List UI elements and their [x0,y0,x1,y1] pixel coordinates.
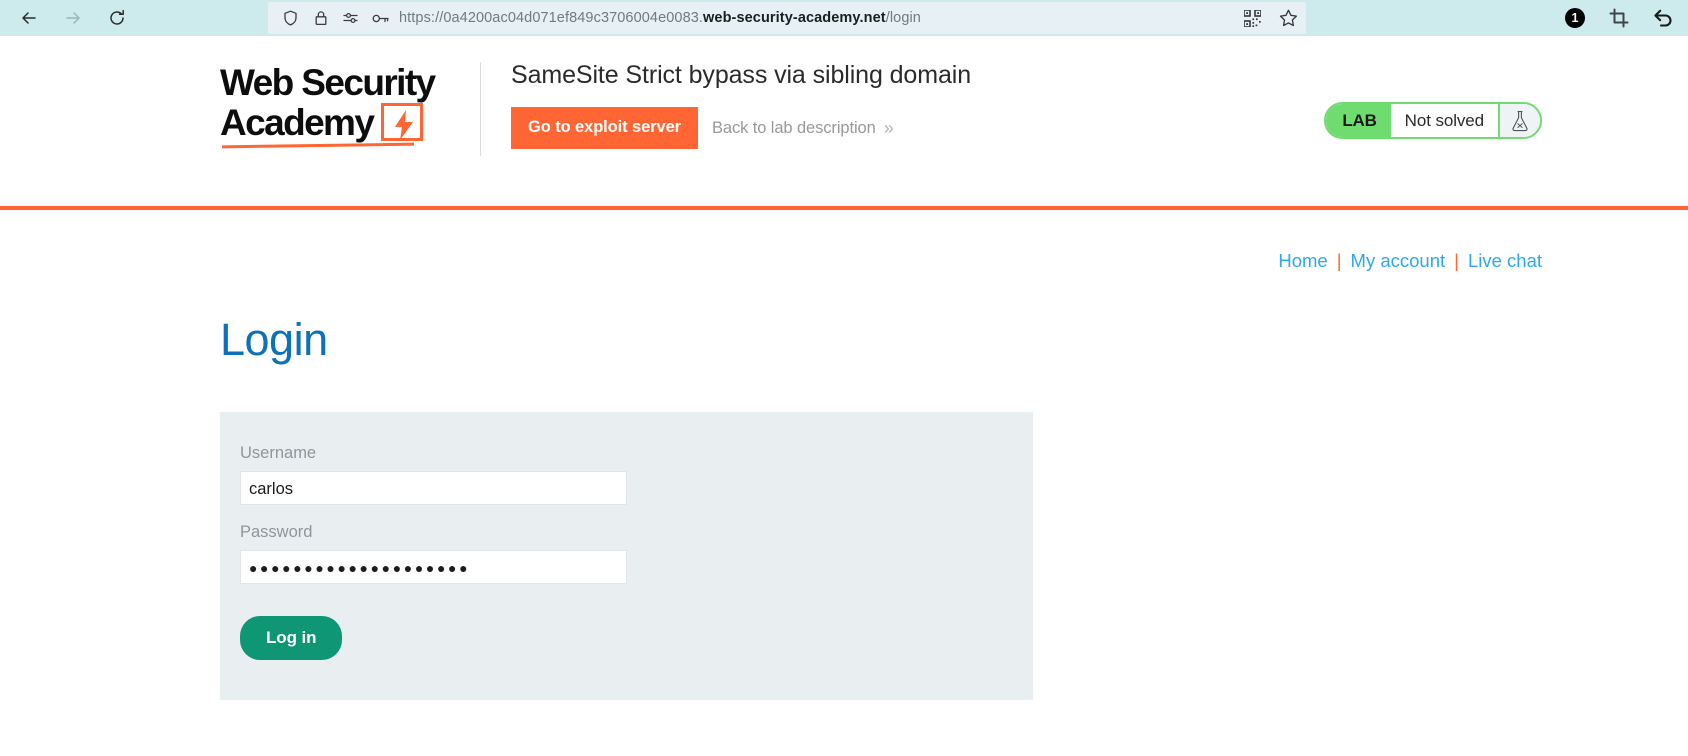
status-badge-value: Not solved [1390,104,1498,137]
page-content: Home | My account | Live chat Login Username… [0,210,1688,700]
star-bookmark-icon[interactable] [1278,8,1298,28]
back-to-lab-description-link[interactable]: Back to lab description » [712,118,894,139]
site-nav-links: Home | My account | Live chat [220,210,1542,272]
undo-arrow-icon[interactable] [1653,8,1674,28]
log-in-button[interactable]: Log in [240,616,343,660]
lock-icon[interactable] [312,10,329,27]
header-divider [480,62,481,156]
key-icon[interactable] [372,10,389,27]
username-input[interactable]: carlos [240,471,627,505]
nav-link-live-chat[interactable]: Live chat [1468,250,1542,271]
username-field-group: Username carlos [240,444,1013,505]
url-bar[interactable]: https://0a4200ac04d071ef849c3706004e0083… [268,2,1306,34]
url-path: /login [885,10,921,26]
flask-icon[interactable] [1498,104,1540,137]
page-title: Login [220,314,328,365]
nav-link-my-account[interactable]: My account [1351,250,1446,271]
lab-header: Web Security Academy SameSite Strict byp… [0,36,1688,206]
url-text[interactable]: https://0a4200ac04d071ef849c3706004e0083… [399,10,1234,26]
lab-title: SameSite Strict bypass via sibling domai… [511,61,971,89]
go-to-exploit-server-button[interactable]: Go to exploit server [511,107,698,149]
web-security-academy-logo[interactable]: Web Security Academy [220,58,452,149]
browser-nav-buttons [18,7,128,29]
status-badge-tag: LAB [1326,104,1391,137]
forward-arrow-icon[interactable] [62,7,84,29]
password-label: Password [240,523,313,541]
crop-extension-icon[interactable] [1609,8,1629,28]
url-scheme: https://0a4200ac04d071ef849c3706004e0083… [399,10,704,26]
logo-underline [222,142,414,149]
nav-link-home[interactable]: Home [1278,250,1327,271]
lightning-bolt-icon [381,103,424,141]
username-label: Username [240,444,317,462]
permissions-sliders-icon[interactable] [342,10,359,27]
url-bar-icons [276,10,399,27]
url-host: web-security-academy.net [703,10,886,26]
password-input[interactable]: ●●●●●●●●●●●●●●●●●●●● [240,550,627,584]
lab-status-badge: LAB Not solved [1324,102,1542,139]
reload-icon[interactable] [106,7,128,29]
logo-line-1: Web Security [220,62,436,103]
login-form-panel: Username carlos Password ●●●●●●●●●●●●●●●… [220,412,1033,700]
browser-toolbar: https://0a4200ac04d071ef849c3706004e0083… [0,0,1688,36]
nav-separator-2: | [1454,250,1459,271]
back-link-label: Back to lab description [711,118,876,137]
url-bar-actions [1234,8,1298,28]
extension-badge-count[interactable]: 1 [1565,8,1585,28]
nav-separator-1: | [1336,250,1342,271]
shield-icon[interactable] [282,10,299,27]
browser-extension-area: 1 [1565,0,1674,36]
back-arrow-icon[interactable] [18,7,40,29]
chevron-right-double-icon: » [883,117,894,138]
logo-line-2: Academy [220,102,375,143]
password-field-group: Password ●●●●●●●●●●●●●●●●●●●● [240,523,1013,584]
qr-code-icon[interactable] [1242,8,1262,28]
